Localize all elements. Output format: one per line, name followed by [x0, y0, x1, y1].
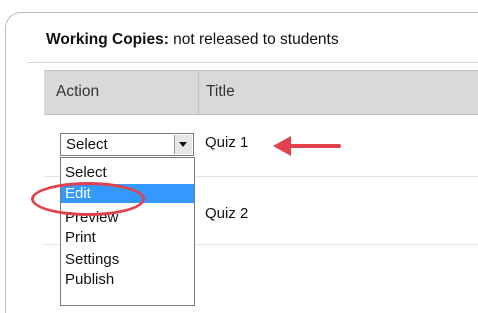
column-header-title[interactable]: Title	[206, 83, 235, 101]
chevron-down-icon	[179, 142, 187, 147]
action-select[interactable]: Select	[60, 133, 194, 156]
dropdown-arrow-button[interactable]	[174, 135, 192, 154]
annotation-arrow-icon	[273, 136, 341, 156]
table-header-row: Action Title	[44, 70, 478, 115]
tab-title-bold: Working Copies:	[46, 31, 169, 48]
annotation-highlight-circle	[31, 182, 145, 216]
dropdown-option-print[interactable]: Print	[61, 228, 194, 247]
tab-working-copies[interactable]: Working Copies: not released to students	[46, 31, 339, 49]
column-separator	[198, 71, 199, 114]
column-header-action[interactable]: Action	[56, 83, 99, 101]
quiz-title-2[interactable]: Quiz 2	[205, 205, 248, 222]
action-select-value: Select	[66, 136, 108, 153]
action-dropdown-list: Select Edit Preview Print Settings Publi…	[60, 157, 195, 306]
dropdown-option-settings[interactable]: Settings	[61, 250, 194, 269]
dropdown-option-publish[interactable]: Publish	[61, 270, 194, 289]
dropdown-option-select[interactable]: Select	[61, 163, 194, 182]
quiz-title-1[interactable]: Quiz 1	[205, 134, 248, 151]
tab-divider	[27, 62, 478, 63]
tab-title-status: not released to students	[168, 31, 339, 48]
